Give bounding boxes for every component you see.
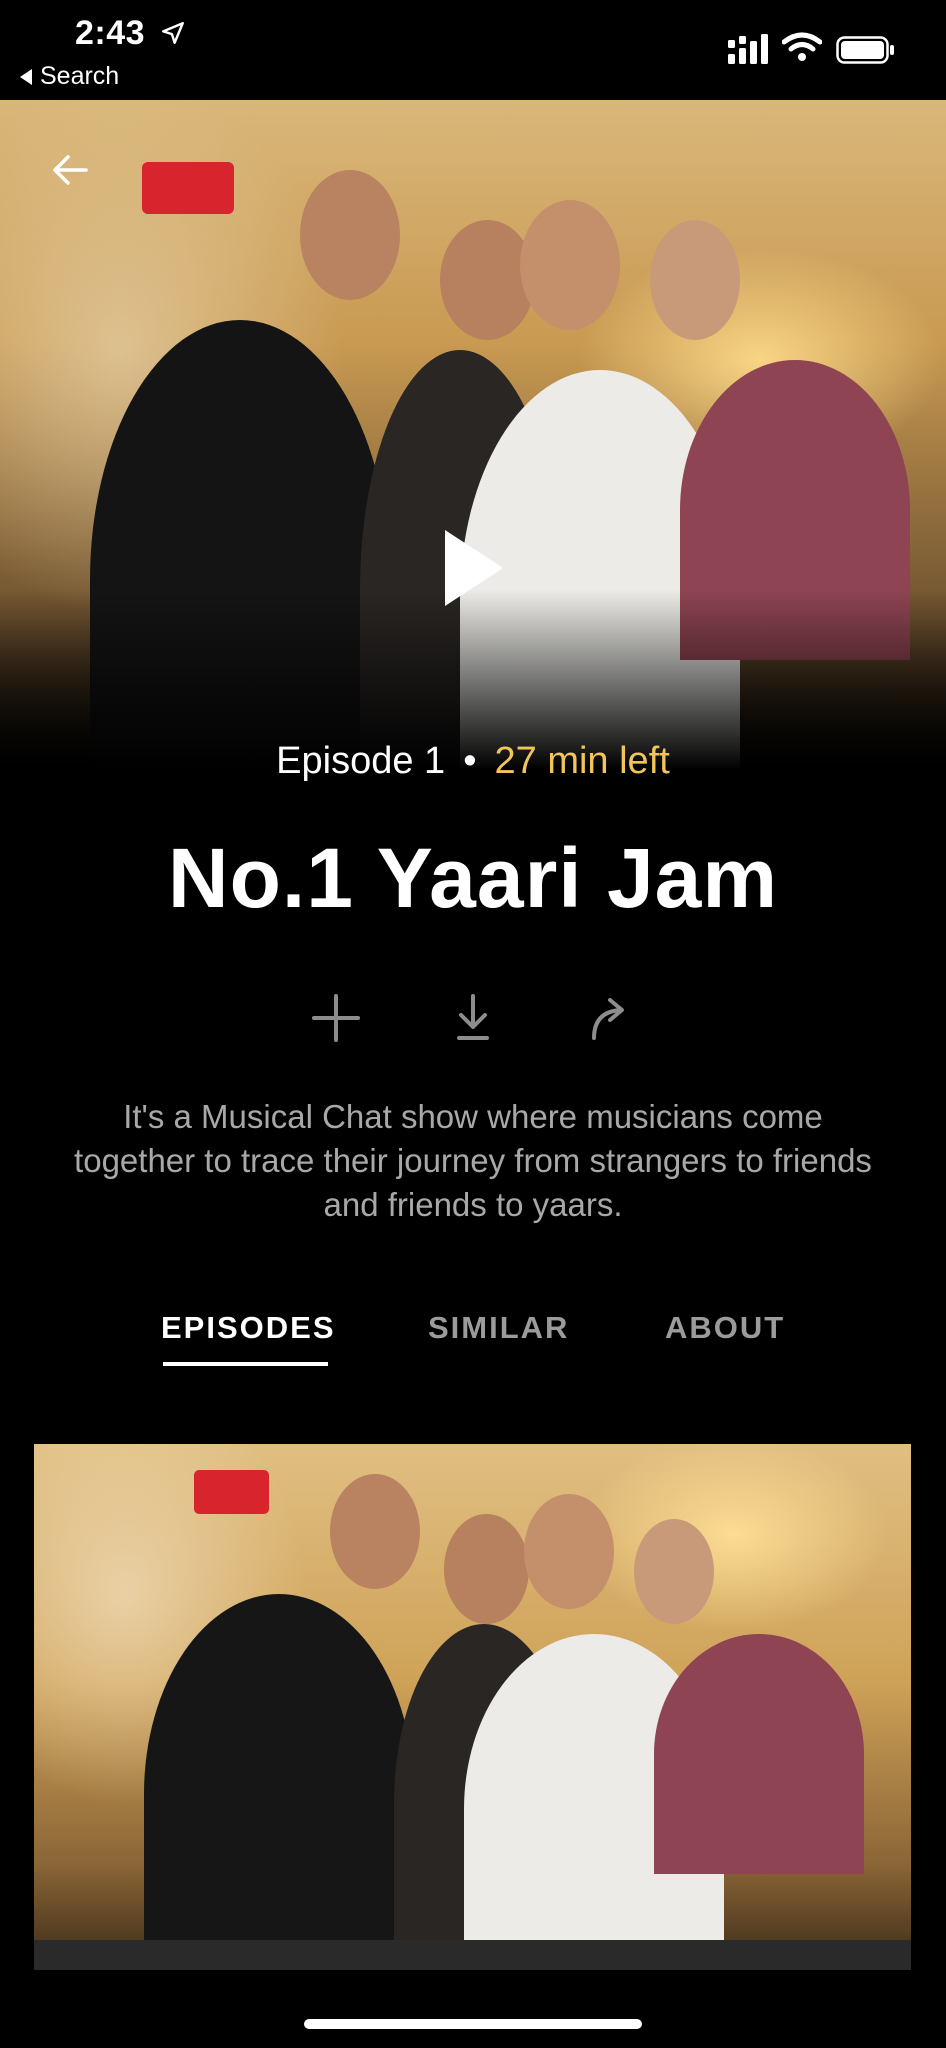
episode-thumbnail[interactable] [34,1444,911,1970]
show-title: No.1 Yaari Jam [167,831,779,925]
figure-head [444,1514,529,1624]
status-time: 2:43 [75,14,146,52]
tab-bar: EPISODES SIMILAR ABOUT [0,1310,946,1370]
tab-about[interactable]: ABOUT [665,1310,785,1346]
figure-head [634,1519,714,1624]
cellular-signal-icon [728,34,768,64]
download-icon[interactable] [445,990,501,1046]
episode-info: Episode 1 • 27 min left [0,740,946,783]
wifi-icon [782,32,822,61]
location-arrow-icon [162,22,184,44]
phone-prop [194,1470,269,1514]
tab-similar[interactable]: SIMILAR [428,1310,569,1346]
tab-episodes[interactable]: EPISODES [161,1310,336,1346]
figure-head [650,220,740,340]
figure-head [300,170,400,300]
figure-head [524,1494,614,1609]
time-left: 27 min left [494,740,670,782]
figure-head [330,1474,420,1589]
separator-dot: • [463,740,477,782]
episode-label: Episode 1 [276,740,446,782]
home-indicator[interactable] [304,2019,642,2029]
hero-image [0,100,946,790]
show-description: It's a Musical Chat show where musicians… [74,1098,872,1223]
back-triangle-icon [20,68,32,85]
back-to-search-link[interactable]: Search [20,62,119,91]
active-tab-indicator [163,1362,328,1366]
figure-head [520,200,620,330]
figure-silhouette [144,1594,414,1970]
battery-icon [836,36,894,64]
figure-silhouette [654,1634,864,1874]
add-icon[interactable] [308,990,364,1046]
thumbnail-progress-track [34,1940,911,1970]
back-search-label: Search [40,62,120,90]
back-arrow-icon[interactable] [50,150,90,190]
action-bar [0,990,946,1050]
status-bar: 2:43 Search [0,0,946,100]
play-icon[interactable] [445,530,503,606]
share-icon[interactable] [580,990,636,1046]
phone-prop [142,162,234,214]
